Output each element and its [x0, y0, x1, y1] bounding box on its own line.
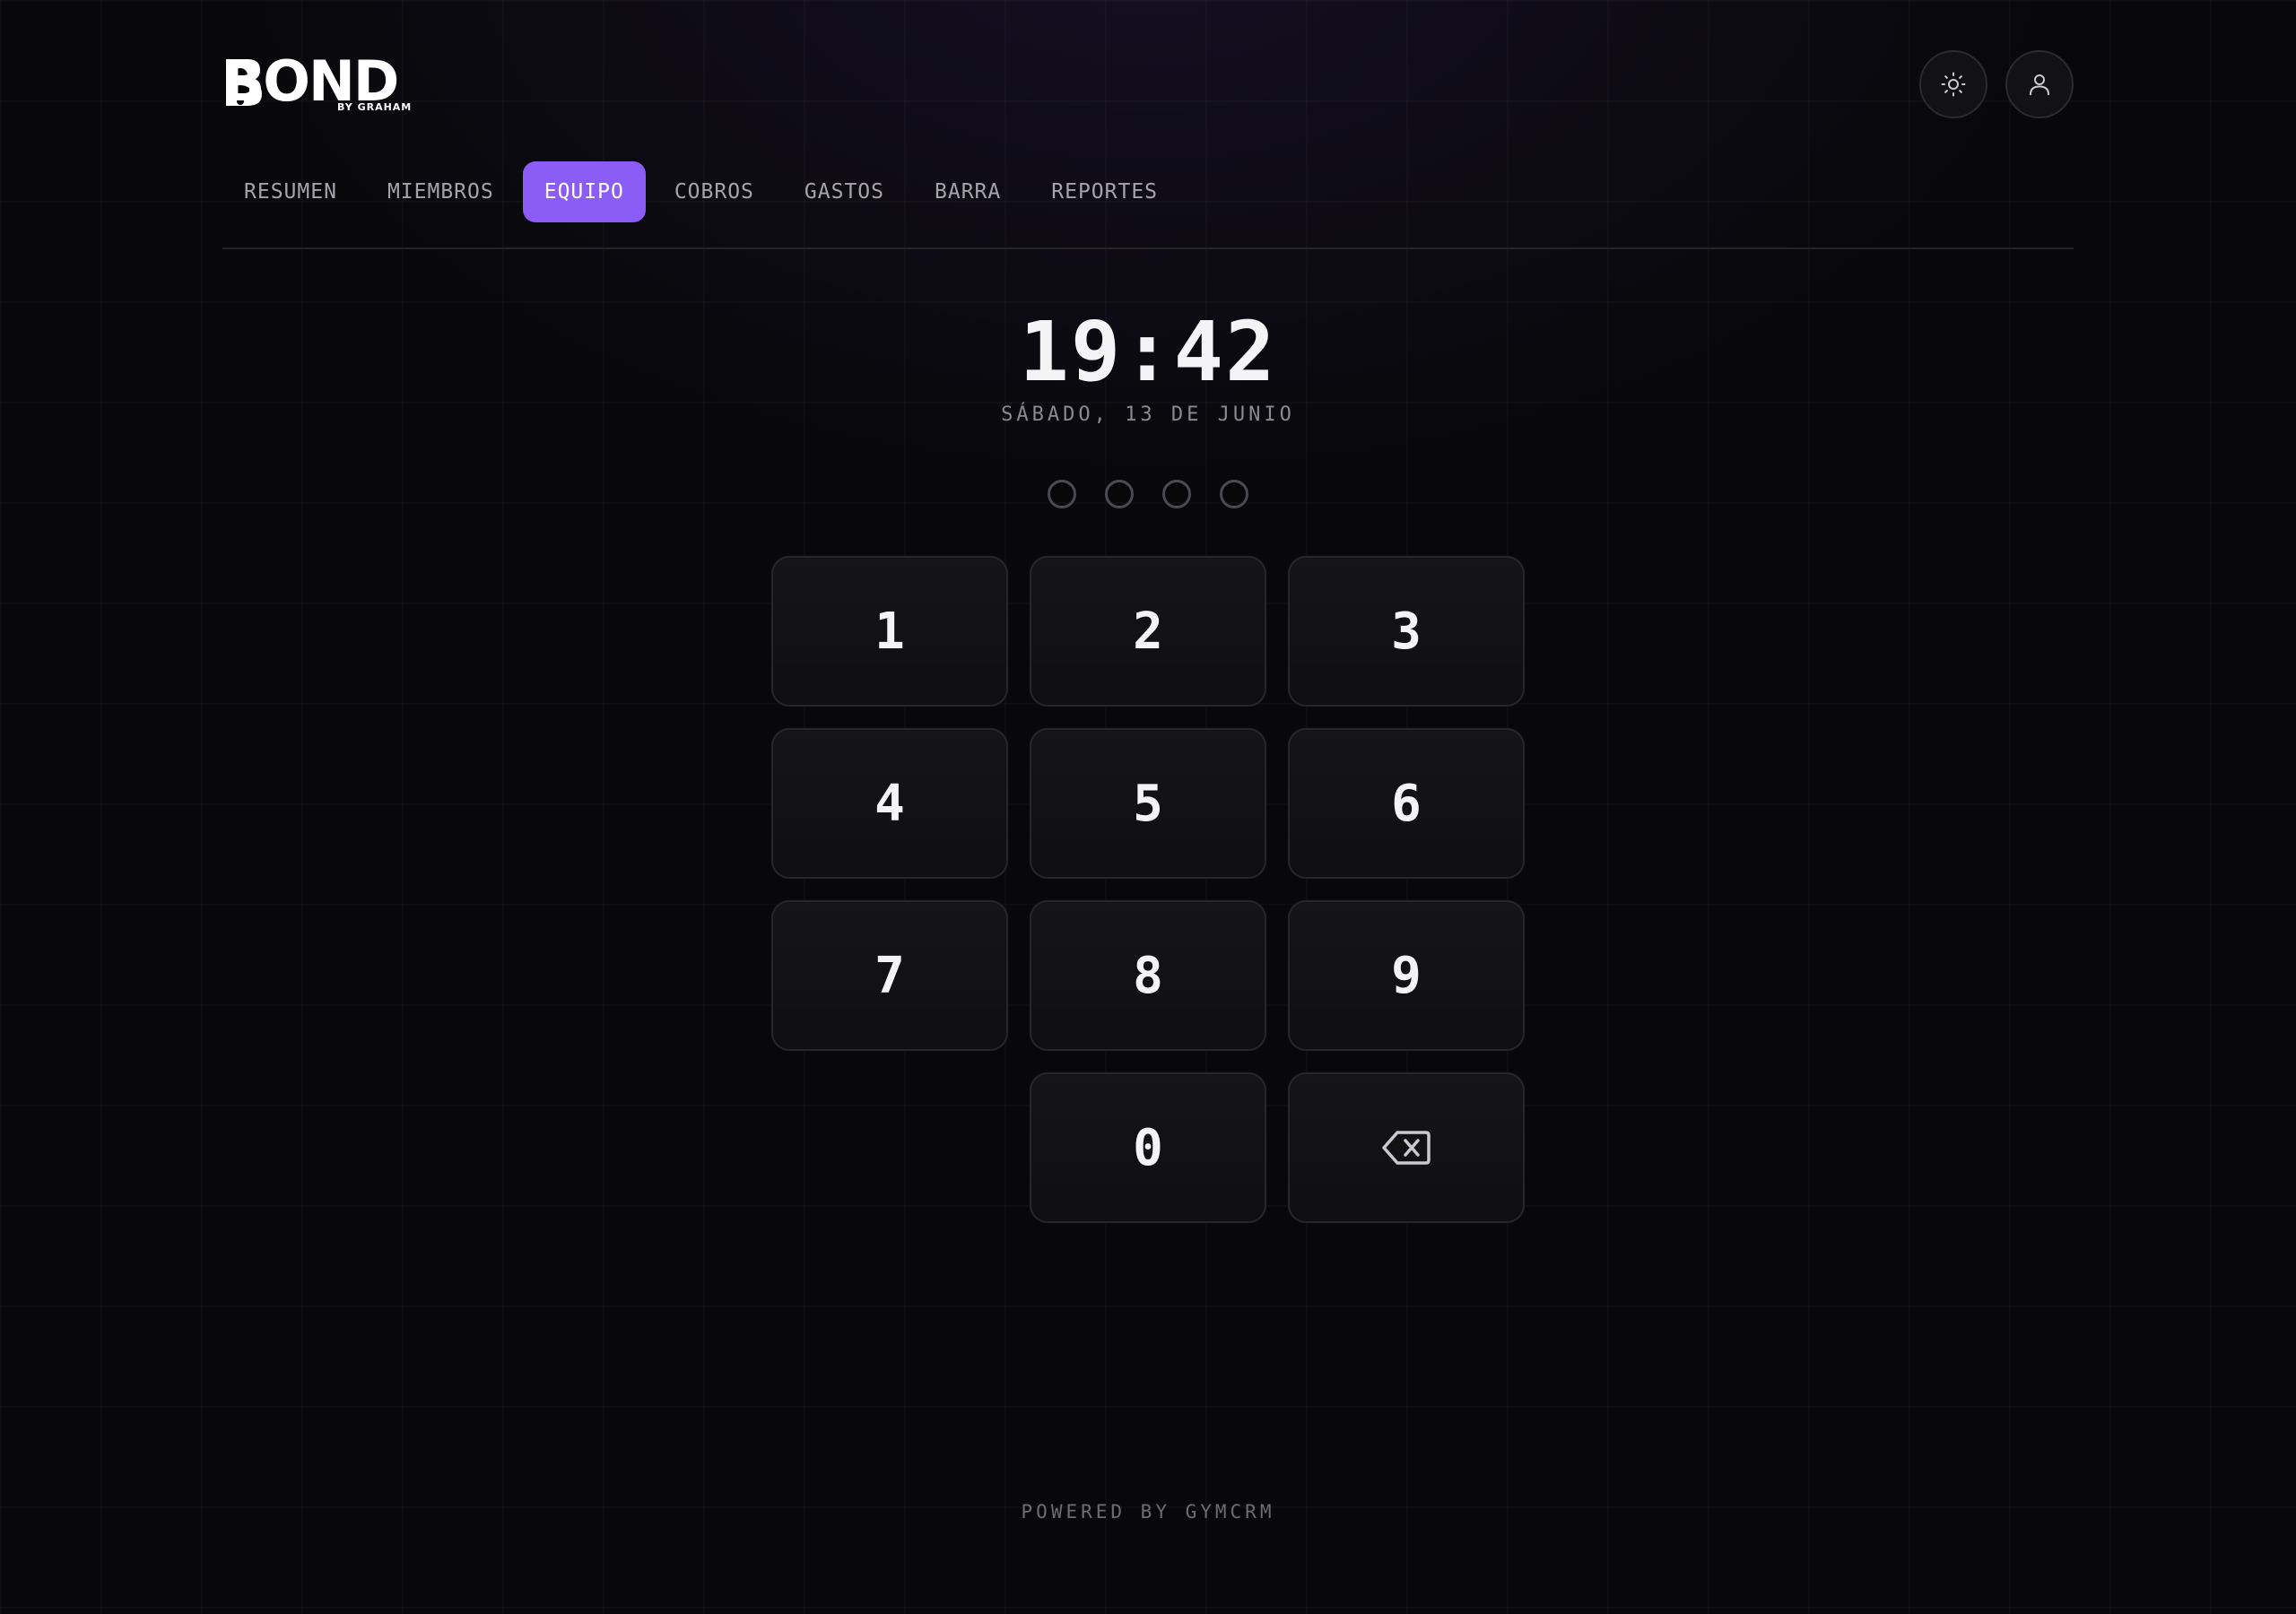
pin-dot — [1220, 480, 1248, 508]
keypad-key-9[interactable]: 9 — [1288, 900, 1525, 1051]
tab-miembros[interactable]: MIEMBROS — [366, 161, 516, 222]
tab-gastos[interactable]: GASTOS — [783, 161, 906, 222]
clock-date: SÁBADO, 13 DE JUNIO — [1001, 404, 1295, 426]
pin-dot — [1048, 480, 1076, 508]
main-nav: RESUMEN MIEMBROS EQUIPO COBROS GASTOS BA… — [222, 161, 1179, 222]
tab-resumen[interactable]: RESUMEN — [222, 161, 359, 222]
nav-divider — [222, 247, 2074, 249]
keypad-key-0[interactable]: 0 — [1030, 1072, 1266, 1223]
pin-dot — [1162, 480, 1191, 508]
tab-reportes[interactable]: REPORTES — [1030, 161, 1179, 222]
pin-dot — [1105, 480, 1134, 508]
keypad-key-2[interactable]: 2 — [1030, 556, 1266, 707]
keypad-key-5[interactable]: 5 — [1030, 728, 1266, 879]
tab-cobros[interactable]: COBROS — [653, 161, 776, 222]
tab-equipo[interactable]: EQUIPO — [522, 161, 646, 222]
backspace-icon — [1382, 1131, 1431, 1165]
tab-barra[interactable]: BARRA — [913, 161, 1022, 222]
user-icon — [2030, 74, 2049, 96]
profile-button[interactable] — [2005, 50, 2074, 118]
keypad-key-7[interactable]: 7 — [771, 900, 1008, 1051]
brand-tagline: BY GRAHAM — [337, 101, 413, 113]
keypad-key-3[interactable]: 3 — [1288, 556, 1525, 707]
footer-powered-by: POWERED BY GYMCRM — [1021, 1501, 1275, 1523]
keypad-key-8[interactable]: 8 — [1030, 900, 1266, 1051]
keypad-key-4[interactable]: 4 — [771, 728, 1008, 879]
keypad-key-1[interactable]: 1 — [771, 556, 1008, 707]
brand-logo[interactable]: BOND BY GRAHAM — [222, 54, 420, 117]
clock-time: 19:42 — [1019, 304, 1277, 400]
theme-toggle-button[interactable] — [1919, 50, 1987, 118]
pin-indicator — [1046, 480, 1252, 510]
keypad-key-6[interactable]: 6 — [1288, 728, 1525, 879]
backspace-button[interactable] — [1288, 1072, 1525, 1223]
sun-icon — [1941, 72, 1966, 97]
